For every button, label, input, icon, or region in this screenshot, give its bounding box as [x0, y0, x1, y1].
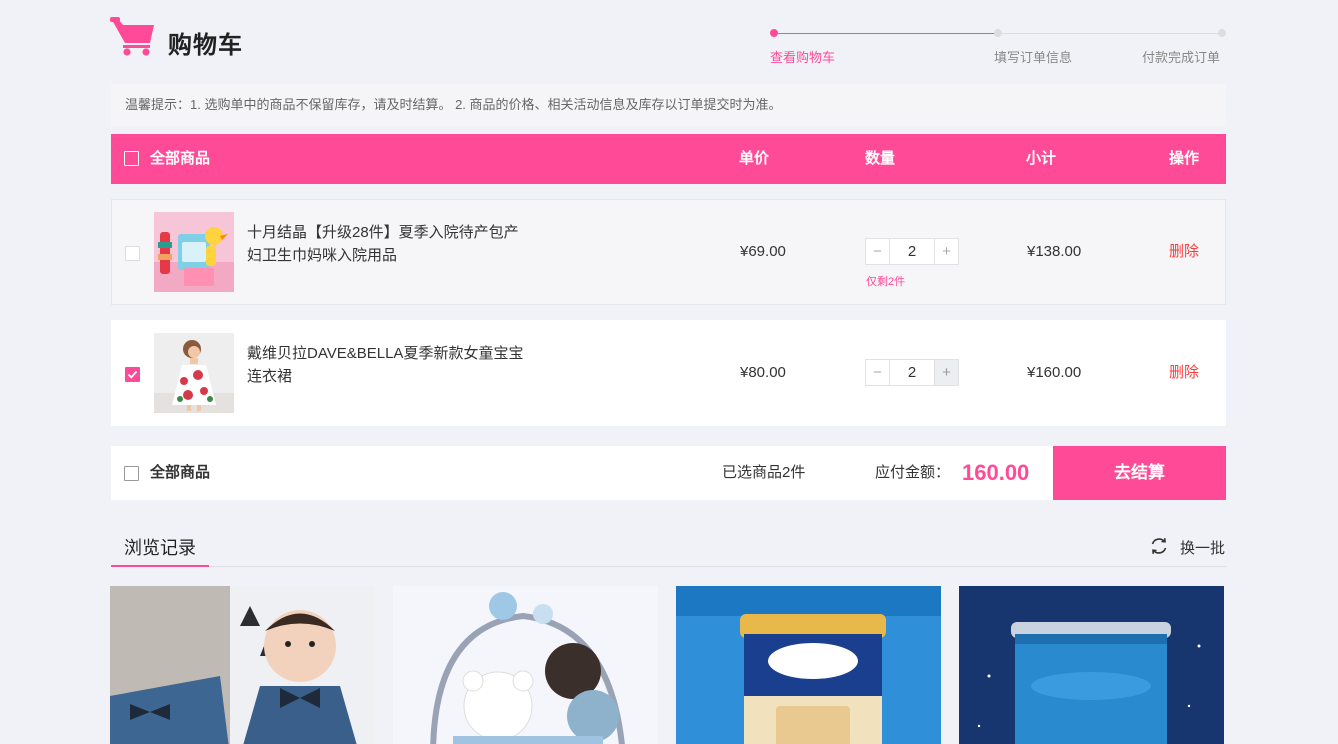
- step-dot-3: [1218, 29, 1226, 37]
- product-image-maternity-kit[interactable]: [154, 212, 234, 292]
- header-subtotal: 小计: [1026, 150, 1057, 167]
- cart-page: 购物车 查看购物车 填写订单信息 付款完成订单 温馨提示：1. 选购单中的商品不…: [0, 0, 1338, 744]
- qty-input[interactable]: 2: [890, 360, 934, 385]
- step-progress-line: [774, 33, 998, 34]
- refresh-label: 换一批: [1180, 540, 1226, 557]
- check-icon: [127, 370, 138, 379]
- payable-label: 应付金额：: [875, 464, 951, 481]
- quantity-stepper: − 2 +: [865, 238, 959, 265]
- step-dot-2: [994, 29, 1002, 37]
- product-name[interactable]: 十月结晶【升级28件】夏季入院待产包产妇卫生巾妈咪入院用品: [247, 221, 527, 267]
- checkout-bar: 全部商品 已选商品2件 应付金额： 160.00 去结算: [111, 446, 1226, 500]
- history-divider: [111, 566, 1226, 567]
- cart-item-row: 戴维贝拉DAVE&BELLA夏季新款女童宝宝连衣裙 ¥80.00 − 2 + ¥…: [111, 320, 1226, 426]
- history-title-underline: [111, 565, 209, 567]
- step-label-pay-complete: 付款完成订单: [1142, 50, 1221, 65]
- quantity-stepper: − 2 +: [865, 359, 959, 386]
- history-product-card[interactable]: [676, 586, 941, 744]
- cart-tip: 温馨提示：1. 选购单中的商品不保留库存，请及时结算。 2. 商品的价格、相关活…: [111, 84, 1226, 126]
- item-checkbox[interactable]: [125, 246, 140, 261]
- header-action: 操作: [1169, 150, 1200, 167]
- header-price: 单价: [739, 150, 770, 167]
- cart-table-header: 全部商品 单价 数量 小计 操作: [111, 134, 1226, 184]
- qty-input[interactable]: 2: [890, 239, 934, 264]
- select-all-checkbox-header[interactable]: [124, 151, 139, 166]
- history-product-card[interactable]: [959, 586, 1224, 744]
- delete-button[interactable]: 删除: [1169, 321, 1199, 425]
- checkout-steps: 查看购物车 填写订单信息 付款完成订单: [770, 28, 1226, 68]
- product-image-enfinitas-formula: [959, 586, 1224, 744]
- header-select-all-label: 全部商品: [150, 150, 211, 167]
- select-all-checkbox-footer[interactable]: [124, 466, 139, 481]
- product-image-baby-shirt: [110, 586, 375, 744]
- step-dot-1: [770, 29, 778, 37]
- step-label-fill-order: 填写订单信息: [994, 50, 1073, 65]
- selected-count: 已选商品2件: [722, 464, 806, 481]
- payable-amount: 160.00: [962, 460, 1030, 485]
- shopping-cart-icon: [110, 17, 154, 56]
- history-title: 浏览记录: [124, 538, 196, 558]
- page-title: 购物车: [168, 32, 243, 59]
- qty-increase-button[interactable]: +: [934, 360, 958, 385]
- item-checkbox[interactable]: [125, 367, 140, 382]
- qty-decrease-button[interactable]: −: [866, 360, 890, 385]
- header-qty: 数量: [865, 150, 896, 167]
- stock-warning: 仅剩2件: [866, 276, 906, 288]
- unit-price: ¥80.00: [740, 364, 786, 381]
- qty-decrease-button[interactable]: −: [866, 239, 890, 264]
- step-label-view-cart: 查看购物车: [770, 50, 836, 65]
- item-subtotal: ¥160.00: [1027, 364, 1082, 381]
- footer-select-all-label: 全部商品: [150, 464, 211, 481]
- unit-price: ¥69.00: [740, 243, 786, 260]
- product-image-friso-formula: [676, 586, 941, 744]
- checkout-button[interactable]: 去结算: [1053, 446, 1226, 500]
- product-image-gift-basket: [393, 586, 658, 744]
- history-product-card[interactable]: [110, 586, 375, 744]
- delete-button[interactable]: 删除: [1169, 200, 1199, 304]
- cart-item-row: 十月结晶【升级28件】夏季入院待产包产妇卫生巾妈咪入院用品 ¥69.00 − 2…: [111, 199, 1226, 305]
- item-subtotal: ¥138.00: [1027, 243, 1082, 260]
- product-image-girls-dress[interactable]: [154, 333, 234, 413]
- refresh-icon: [1151, 538, 1167, 554]
- qty-increase-button[interactable]: +: [934, 239, 958, 264]
- step-remaining-line: [998, 33, 1222, 34]
- history-product-card[interactable]: [393, 586, 658, 744]
- product-name[interactable]: 戴维贝拉DAVE&BELLA夏季新款女童宝宝连衣裙: [247, 342, 527, 388]
